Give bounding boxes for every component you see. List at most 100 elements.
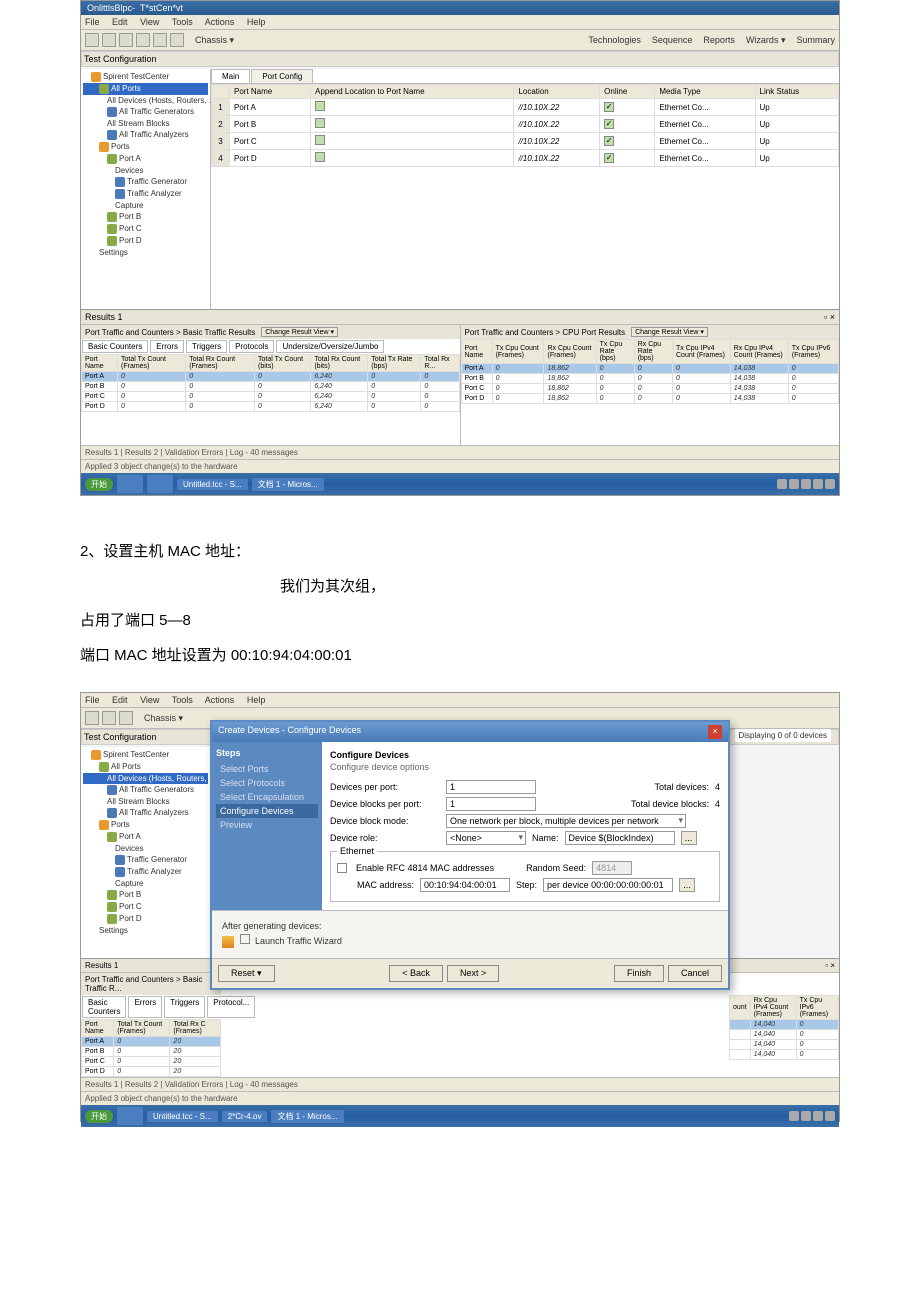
table-row[interactable]: Port D020 [82,1067,221,1077]
enable-rfc-checkbox[interactable] [337,863,347,873]
table-row[interactable]: 14,0400 [730,1040,839,1050]
table-row[interactable]: Port C0006,24000 [82,392,460,402]
tree-port-c[interactable]: Port C [83,223,208,235]
tab-wizards[interactable]: Wizards [746,35,786,46]
checkbox-icon[interactable] [315,118,325,128]
tree-all-devices[interactable]: All Devices (Hosts, Routers, ...) [83,773,208,784]
table-row[interactable]: Port B0006,24000 [82,382,460,392]
tree-tana[interactable]: Traffic Analyzer [83,188,208,200]
tree-ports[interactable]: Ports [83,141,208,153]
bottom-tabs[interactable]: Results 1 | Results 2 | Validation Error… [81,1077,839,1091]
table-row[interactable]: 4Port D//10.10X.22✓Ethernet Co...Up [212,150,839,167]
change-view-button[interactable]: Change Result View [261,327,338,337]
step-configure-devices[interactable]: Configure Devices [216,804,318,818]
table-row[interactable]: Port A020 [82,1037,221,1047]
back-button[interactable]: < Back [389,965,443,982]
tree-port-d[interactable]: Port D [83,235,208,247]
tree-port-b[interactable]: Port B [83,211,208,223]
subtab-triggers[interactable]: Triggers [164,996,205,1018]
tree-traffic-gen[interactable]: All Traffic Generators [83,784,208,796]
step-select-protocols[interactable]: Select Protocols [216,776,318,790]
table-row[interactable]: Port D0006,24000 [82,402,460,412]
table-row[interactable]: Port A018,86200014,0380 [461,364,839,374]
reset-button[interactable]: Reset [218,965,275,982]
tab-main[interactable]: Main [211,69,250,83]
tree-settings[interactable]: Settings [83,925,208,936]
step-input[interactable]: per device 00:00:00:00:00:01 [543,878,673,892]
tree-port-b[interactable]: Port B [83,889,208,901]
tree-all-ports[interactable]: All Ports [83,83,208,95]
tree-stream-blocks[interactable]: All Stream Blocks [83,796,208,807]
devices-per-port-input[interactable]: 1 [446,780,536,794]
tray-icon[interactable] [777,479,787,489]
step-select-ports[interactable]: Select Ports [216,762,318,776]
taskbar-item[interactable]: 2*Cr-4.ov [222,1111,268,1122]
tray-icon[interactable] [801,479,811,489]
menu-file[interactable]: File [85,695,100,705]
tree-traffic-ana[interactable]: All Traffic Analyzers [83,129,208,141]
tray-icon[interactable] [813,1111,823,1121]
subtab-errors[interactable]: Errors [150,340,184,353]
menu-tools[interactable]: Tools [172,695,193,705]
menu-actions[interactable]: Actions [205,17,235,27]
subtab-protocols[interactable]: Protocols [229,340,274,353]
table-row[interactable]: 1Port A//10.10X.22✓Ethernet Co...Up [212,99,839,116]
menu-view[interactable]: View [140,695,159,705]
close-icon[interactable]: × [708,725,722,739]
checkbox-icon[interactable] [315,101,325,111]
copy-icon[interactable] [153,33,167,47]
start-button[interactable]: 开始 [85,478,113,491]
tree-root[interactable]: Spirent TestCenter [83,71,208,83]
cut-icon[interactable] [136,33,150,47]
tree-tgen[interactable]: Traffic Generator [83,854,208,866]
results-pin-icon[interactable]: ▫ × [825,961,835,970]
tree-capture[interactable]: Capture [83,878,208,889]
open-icon[interactable] [102,33,116,47]
tab-reports[interactable]: Reports [703,35,735,45]
name-input[interactable]: Device $(BlockIndex) [565,831,675,845]
table-row[interactable]: 3Port C//10.10X.22✓Ethernet Co...Up [212,133,839,150]
tray-icon[interactable] [813,479,823,489]
checkbox-icon[interactable]: ✓ [604,119,614,129]
menu-tools[interactable]: Tools [172,17,193,27]
taskbar-item[interactable]: Untitled.tcc - S... [147,1111,218,1122]
tab-sequence[interactable]: Sequence [652,35,693,45]
new-icon[interactable] [85,33,99,47]
block-mode-select[interactable]: One network per block, multiple devices … [446,814,686,828]
tray-icon[interactable] [801,1111,811,1121]
tab-summary[interactable]: Summary [796,35,835,45]
device-role-select[interactable]: <None> [446,831,526,845]
taskbar-item[interactable]: 文档 1 - Micros... [271,1110,343,1123]
subtab-triggers[interactable]: Triggers [186,340,227,353]
taskbar-item[interactable] [147,475,173,493]
taskbar-item[interactable] [117,1107,143,1125]
subtab-errors[interactable]: Errors [128,996,162,1018]
table-row[interactable]: 2Port B//10.10X.22✓Ethernet Co...Up [212,116,839,133]
finish-button[interactable]: Finish [614,965,664,982]
tree-all-devices[interactable]: All Devices (Hosts, Routers, ...) [83,95,208,106]
bottom-tabs[interactable]: Results 1 | Results 2 | Validation Error… [81,445,839,459]
checkbox-icon[interactable]: ✓ [604,153,614,163]
cancel-button[interactable]: Cancel [668,965,722,982]
browse-button[interactable]: ... [681,831,697,845]
step-select-encap[interactable]: Select Encapsulation [216,790,318,804]
table-row[interactable]: Port A0006,24000 [82,372,460,382]
tree-traffic-ana[interactable]: All Traffic Analyzers [83,807,208,819]
subtab-basic[interactable]: Basic Counters [82,996,126,1018]
tree-port-d[interactable]: Port D [83,913,208,925]
checkbox-icon[interactable] [315,152,325,162]
tree-root[interactable]: Spirent TestCenter [83,749,208,761]
tray-icon[interactable] [825,1111,835,1121]
chassis-dropdown[interactable]: Chassis [195,35,234,46]
menu-edit[interactable]: Edit [112,17,128,27]
taskbar-item[interactable] [117,475,143,493]
chassis-dropdown[interactable]: Chassis [144,713,183,724]
save-icon[interactable] [119,33,133,47]
blocks-per-port-input[interactable]: 1 [446,797,536,811]
table-row[interactable]: 14,0400 [730,1020,839,1030]
tree-stream-blocks[interactable]: All Stream Blocks [83,118,208,129]
tree-traffic-gen[interactable]: All Traffic Generators [83,106,208,118]
menu-view[interactable]: View [140,17,159,27]
menu-help[interactable]: Help [247,17,266,27]
tree-capture[interactable]: Capture [83,200,208,211]
